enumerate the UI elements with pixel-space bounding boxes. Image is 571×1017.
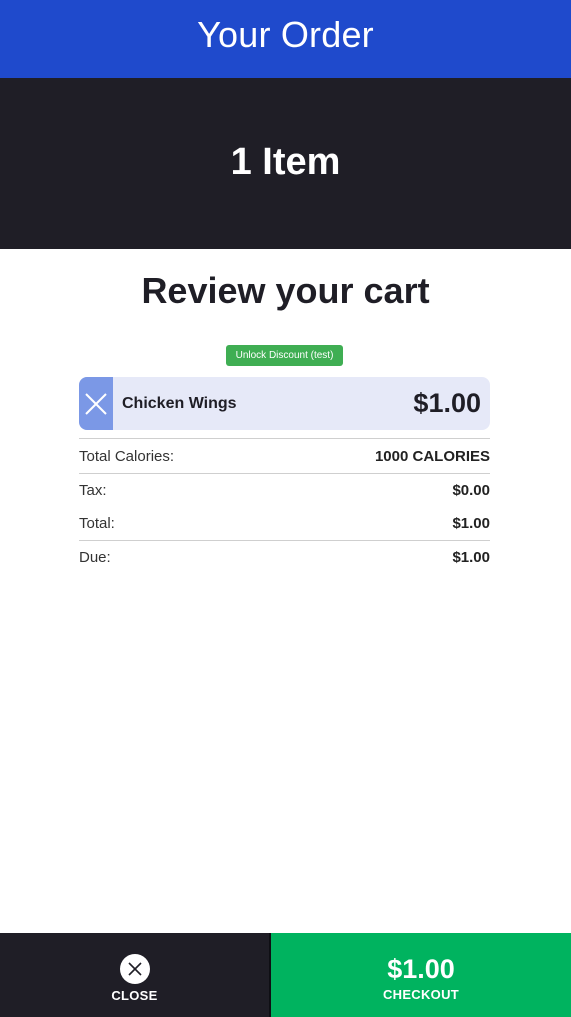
close-label: CLOSE — [111, 987, 158, 1003]
item-name: Chicken Wings — [122, 394, 237, 412]
close-icon — [85, 392, 107, 415]
close-circle-icon — [119, 953, 150, 984]
close-icon — [127, 961, 142, 976]
remove-item-button[interactable] — [79, 377, 113, 430]
tax-value: $0.00 — [452, 482, 490, 499]
item-price: $1.00 — [413, 388, 481, 418]
checkout-label: CHECKOUT — [382, 987, 460, 1002]
total-value: $1.00 — [452, 515, 490, 532]
order-summary: Total Calories: 1000 CALORIES Tax: $0.00… — [79, 438, 490, 574]
summary-row-tax: Tax: $0.00 — [79, 474, 490, 507]
summary-row-total: Total: $1.00 — [79, 507, 490, 540]
summary-row-due: Due: $1.00 — [79, 540, 490, 574]
review-title: Review your cart — [141, 270, 430, 311]
item-count-banner: 1 Item — [0, 78, 571, 249]
due-value: $1.00 — [452, 549, 490, 566]
footer-bar: CLOSE $1.00 CHECKOUT — [0, 933, 571, 1017]
page-title: Your Order — [197, 14, 374, 55]
summary-row-calories: Total Calories: 1000 CALORIES — [79, 438, 490, 474]
item-count: 1 Item — [230, 141, 341, 183]
calories-label: Total Calories: — [79, 447, 175, 465]
cart-item: Chicken Wings $1.00 — [79, 377, 490, 430]
due-label: Due: — [79, 549, 111, 566]
close-button[interactable]: CLOSE — [0, 933, 271, 1017]
total-label: Total: — [79, 515, 115, 532]
calories-value: 1000 CALORIES — [374, 447, 490, 465]
header-bar: Your Order — [0, 0, 571, 78]
checkout-total: $1.00 — [387, 954, 455, 984]
tax-label: Tax: — [79, 482, 107, 499]
unlock-discount-button[interactable]: Unlock Discount (test) — [226, 345, 343, 366]
checkout-button[interactable]: $1.00 CHECKOUT — [271, 933, 571, 1017]
